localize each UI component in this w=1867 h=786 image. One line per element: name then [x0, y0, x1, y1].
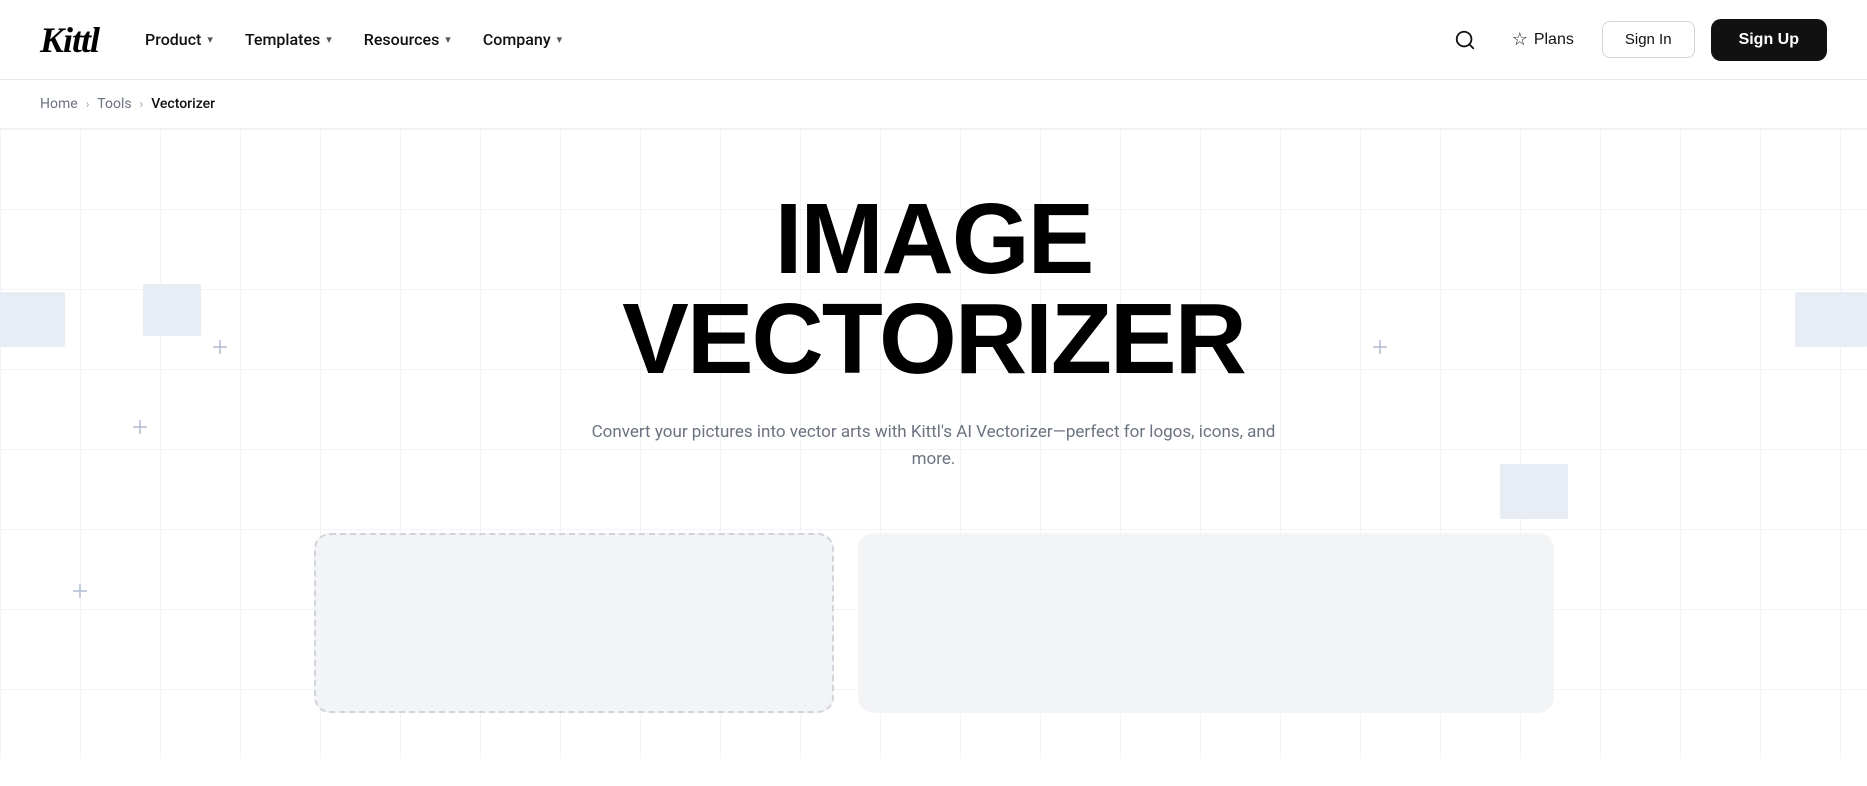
breadcrumb: Home › Tools › Vectorizer	[0, 80, 1867, 129]
nav-item-templates[interactable]: Templates ▾	[231, 22, 346, 57]
search-icon	[1454, 29, 1476, 51]
star-icon: ☆	[1512, 29, 1528, 50]
nav-item-product[interactable]: Product ▾	[131, 22, 227, 57]
nav-links: Product ▾ Templates ▾ Resources ▾ Compan…	[131, 22, 576, 57]
nav-item-company[interactable]: Company ▾	[469, 22, 576, 57]
chevron-down-icon: ▾	[207, 33, 213, 46]
navbar-right: ☆ Plans Sign In Sign Up	[1446, 19, 1827, 61]
breadcrumb-separator-2: ›	[140, 97, 144, 111]
signin-button[interactable]: Sign In	[1602, 21, 1695, 58]
chevron-down-icon: ▾	[326, 33, 332, 46]
hero-content: IMAGE VECTORIZER Convert your pictures i…	[484, 189, 1384, 523]
cards-section	[234, 533, 1634, 713]
breadcrumb-current: Vectorizer	[151, 96, 215, 112]
navbar-left: Kittl Product ▾ Templates ▾ Resources ▾ …	[40, 19, 576, 61]
plans-button[interactable]: ☆ Plans	[1500, 21, 1586, 58]
logo[interactable]: Kittl	[40, 19, 99, 61]
breadcrumb-home[interactable]: Home	[40, 96, 78, 112]
navbar: Kittl Product ▾ Templates ▾ Resources ▾ …	[0, 0, 1867, 80]
chevron-down-icon: ▾	[557, 33, 563, 46]
chevron-down-icon: ▾	[445, 33, 451, 46]
hero-title: IMAGE VECTORIZER	[504, 189, 1364, 389]
result-card	[858, 533, 1554, 713]
hero-section: IMAGE VECTORIZER Convert your pictures i…	[0, 129, 1867, 759]
upload-card[interactable]	[314, 533, 834, 713]
search-button[interactable]	[1446, 21, 1484, 59]
signup-button[interactable]: Sign Up	[1711, 19, 1827, 61]
breadcrumb-tools[interactable]: Tools	[97, 96, 131, 112]
nav-item-resources[interactable]: Resources ▾	[350, 22, 465, 57]
breadcrumb-separator-1: ›	[86, 97, 90, 111]
hero-subtitle: Convert your pictures into vector arts w…	[574, 419, 1294, 473]
